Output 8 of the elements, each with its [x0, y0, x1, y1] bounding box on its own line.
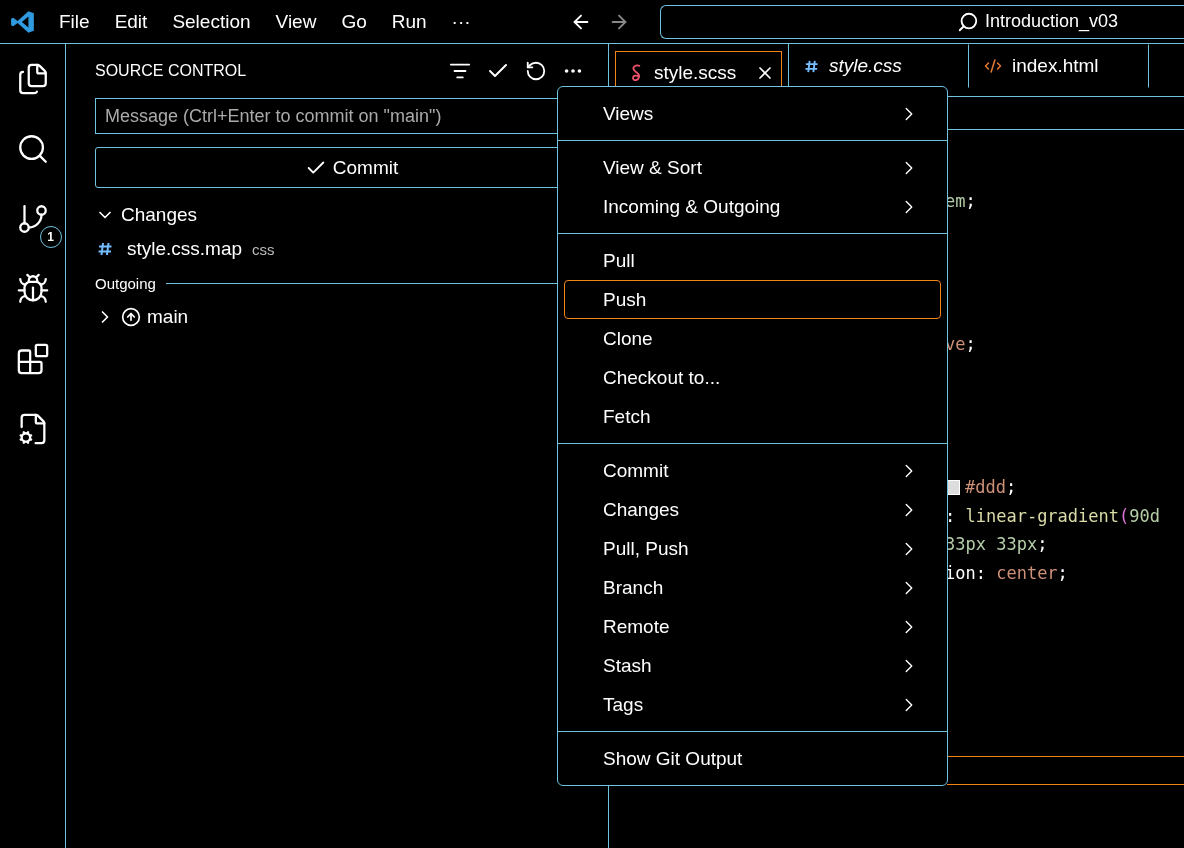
count-badge: 1: [39, 226, 62, 248]
workspace-name: Introduction_v03: [984, 11, 1118, 32]
code-line: ion: center;: [945, 561, 1069, 585]
section-label: Outgoing: [95, 274, 156, 292]
code-line: 33px 33px;: [945, 533, 1049, 557]
file-hint: css: [252, 240, 275, 258]
panel-title: SOURCE CONTROL: [95, 62, 248, 80]
code-line: : linear-gradient(90d: [945, 504, 1161, 528]
